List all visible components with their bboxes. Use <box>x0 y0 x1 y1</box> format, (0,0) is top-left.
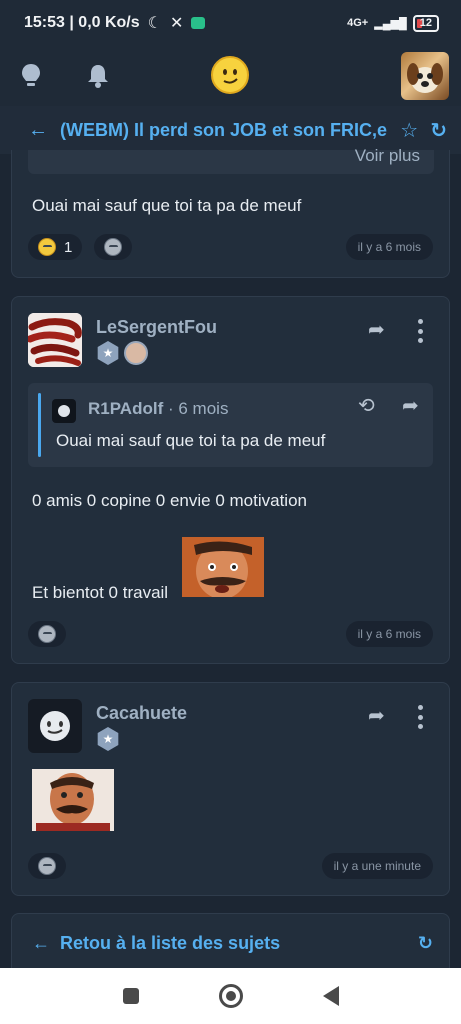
post-time: il y a 6 mois <box>345 621 433 647</box>
share-icon[interactable]: ➦ <box>368 703 385 728</box>
post-time: il y a une minute <box>321 853 433 879</box>
reaction-count: 1 <box>64 238 73 256</box>
mute-icon: ✕ <box>170 15 184 32</box>
emoji-add-icon <box>38 625 56 643</box>
meme-image[interactable] <box>32 769 114 831</box>
voir-plus-link[interactable]: Voir plus <box>355 146 420 166</box>
quote-block: Voir plus <box>28 146 434 174</box>
notification-bell-icon[interactable] <box>86 63 110 89</box>
add-reaction-button[interactable] <box>28 853 66 879</box>
avatar[interactable] <box>28 313 82 367</box>
star-badge-icon: ★ <box>97 727 119 751</box>
post-card: LeSergentFou ★ ➦ R1PAdolf · 6 mois ⟲ ➦ O… <box>11 296 450 664</box>
status-time: 15:53 | 0,0 Ko/s <box>24 14 140 31</box>
status-bar: 15:53 | 0,0 Ko/s ☾ ✕ 4G+ ▂▄▆█ 12 <box>0 0 461 46</box>
reaction-chip[interactable]: 1 <box>28 234 83 260</box>
quote-avatar <box>52 399 76 423</box>
quote-block: R1PAdolf · 6 mois ⟲ ➦ Ouai mai sauf que … <box>28 383 433 467</box>
system-nav-bar <box>0 968 461 1024</box>
crying-emoji-icon <box>38 238 56 256</box>
meme-image[interactable] <box>182 537 264 597</box>
quote-text: Ouai mai sauf que toi ta pa de meuf <box>56 431 326 450</box>
quote-author[interactable]: R1PAdolf · 6 mois <box>88 399 228 419</box>
lightbulb-icon[interactable] <box>20 63 42 89</box>
username[interactable]: Cacahuete <box>96 703 187 724</box>
back-arrow-icon[interactable]: ← <box>32 933 50 954</box>
star-icon[interactable]: ☆ <box>400 118 418 143</box>
signal-icon: ▂▄▆█ <box>374 17 407 30</box>
network-label: 4G+ <box>347 17 369 29</box>
moon-icon: ☾ <box>147 15 162 32</box>
refresh-icon[interactable]: ↻ <box>418 933 433 954</box>
share-icon[interactable]: ➦ <box>368 317 385 342</box>
back-arrow-icon[interactable]: ← <box>28 119 48 142</box>
more-options-icon[interactable] <box>418 705 424 729</box>
quote-bar <box>38 393 41 457</box>
app-icon <box>191 17 206 29</box>
post-text-line: Et bientot 0 travail <box>32 583 169 602</box>
add-reaction-button[interactable] <box>94 234 132 260</box>
smiley-logo-icon[interactable] <box>211 56 249 94</box>
post-text-line: 0 amis 0 copine 0 envie 0 motivation <box>32 491 307 510</box>
battery-icon: 12 <box>412 14 439 32</box>
topic-title: (WEBM) Il perd son JOB et son FRIC,ell <box>60 119 389 140</box>
more-options-icon[interactable] <box>418 319 424 343</box>
post-card: Voir plus Ouai mai sauf que toi ta pa de… <box>11 146 450 278</box>
badge-avatar-icon <box>124 341 148 365</box>
post-text: Ouai mai sauf que toi ta pa de meuf <box>32 196 302 215</box>
emoji-add-icon <box>104 238 122 256</box>
app-bar <box>0 46 461 106</box>
history-icon[interactable]: ⟲ <box>358 393 375 418</box>
post-time: il y a 6 mois <box>345 234 433 260</box>
home-icon[interactable] <box>218 984 243 1008</box>
back-to-topics-bar[interactable]: ← Retou à la liste des sujets ↻ <box>11 913 450 973</box>
quote-share-icon[interactable]: ➦ <box>402 393 419 418</box>
profile-avatar[interactable] <box>401 52 449 100</box>
avatar[interactable] <box>28 699 82 753</box>
post-card: Cacahuete ★ ➦ il y a une minute <box>11 682 450 896</box>
username[interactable]: LeSergentFou <box>96 317 217 338</box>
refresh-icon[interactable]: ↻ <box>430 118 447 143</box>
back-to-topics-link[interactable]: Retou à la liste des sujets <box>60 933 408 954</box>
back-icon[interactable] <box>322 986 339 1006</box>
emoji-add-icon <box>38 857 56 875</box>
recents-icon[interactable] <box>122 988 139 1004</box>
star-badge-icon: ★ <box>97 341 119 365</box>
add-reaction-button[interactable] <box>28 621 66 647</box>
